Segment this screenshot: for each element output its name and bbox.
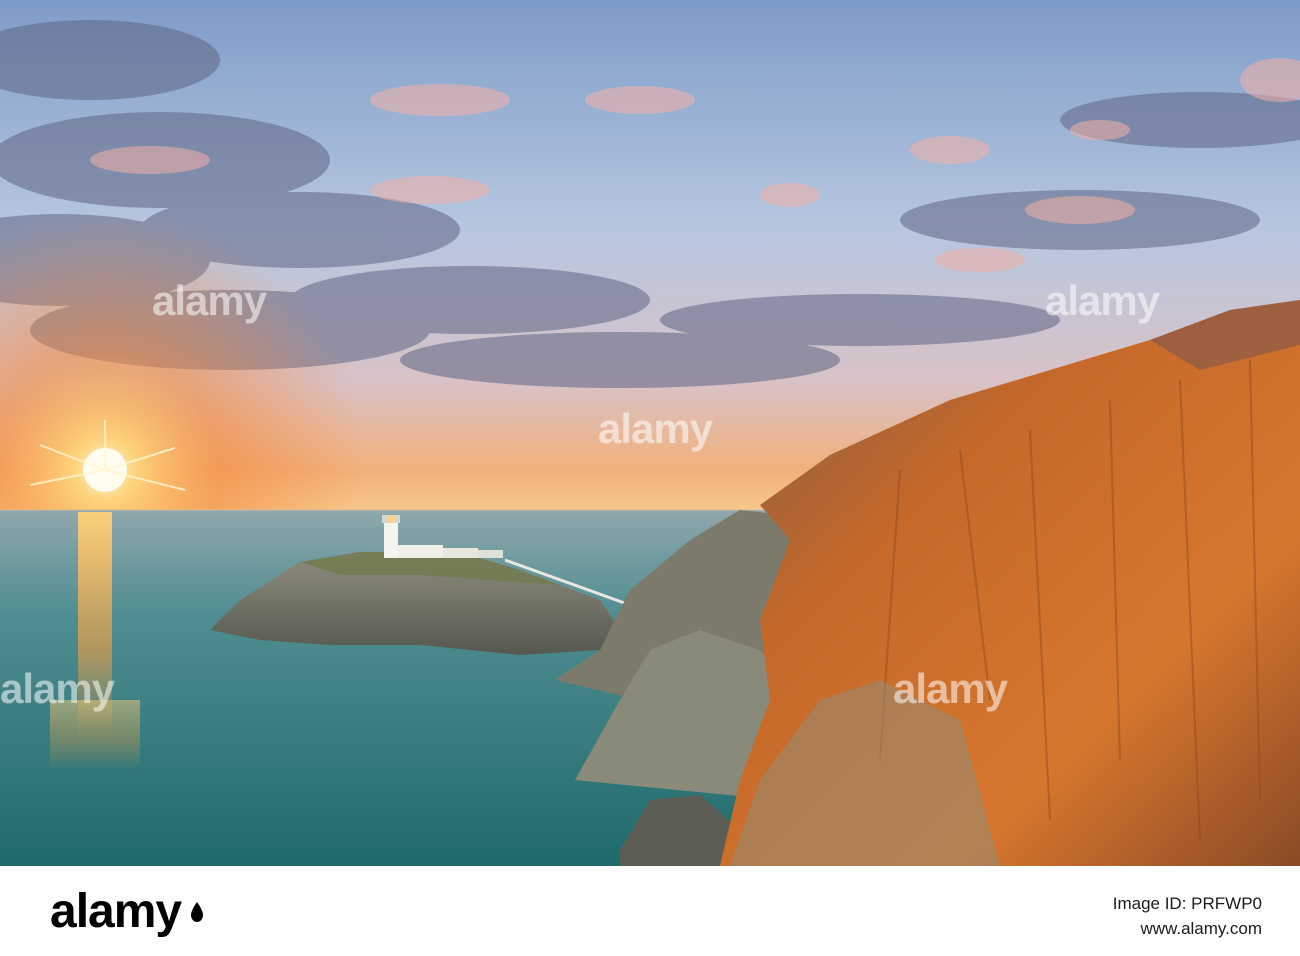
watermark-text: alamy [0,665,115,712]
footer-bar: alamy Image ID: PRFWP0 www.alamy.com [0,866,1300,956]
image-id: Image ID: PRFWP0 [1112,894,1262,913]
drop-icon [191,902,204,922]
logo-text: alamy [50,885,182,938]
alamy-logo[interactable]: alamy [50,888,205,936]
site-url[interactable]: www.alamy.com [1140,919,1262,939]
watermark: alamy [152,277,267,324]
watermark-text: alamy [893,665,1008,712]
watermark-text: alamy [152,277,267,324]
watermark-text: alamy [598,405,713,452]
photo: alamy alamy alamy alamy alamy [0,0,1300,866]
watermark: alamy [598,405,713,452]
watermark: alamy [0,665,115,712]
watermark: alamy [1045,277,1160,324]
watermark-text: alamy [1045,277,1160,324]
watermark: alamy [893,665,1008,712]
